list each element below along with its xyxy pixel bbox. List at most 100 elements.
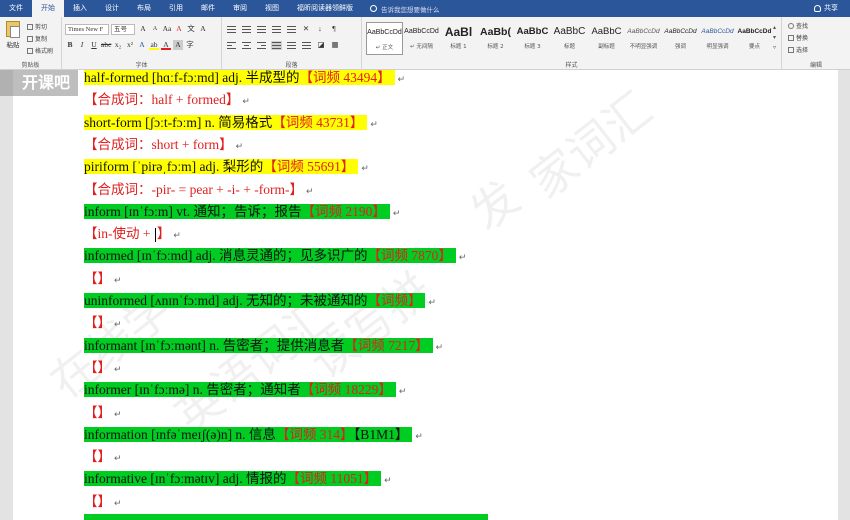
styles-scroll-arrows[interactable]: ▴ ▾ ▿: [773, 23, 776, 53]
style-heading-3[interactable]: AaBbC 标题 3: [514, 22, 551, 55]
note-line[interactable]: 【】 ↵: [84, 402, 122, 423]
tab-review[interactable]: 审阅: [224, 0, 256, 17]
paragraph-mark-icon: ↵: [458, 252, 467, 263]
copy-button[interactable]: 复制: [27, 34, 47, 43]
show-marks-icon[interactable]: ¶: [329, 24, 339, 34]
entry-line[interactable]: informer [ɪnˈfɔːmə] n. 告密者；通知者【词频 18229】…: [84, 379, 406, 400]
tab-design[interactable]: 设计: [96, 0, 128, 17]
phonetic-guide-button[interactable]: 文: [186, 24, 196, 34]
tab-file[interactable]: 文件: [0, 0, 32, 17]
superscript-button[interactable]: x²: [125, 40, 135, 50]
style-emphasis[interactable]: AaBbCcDd 强调: [662, 22, 699, 55]
person-icon: [814, 5, 821, 12]
tab-foxit[interactable]: 福昕阅读器领鲜版: [288, 0, 362, 17]
enclose-char-button[interactable]: 字: [185, 40, 195, 50]
tell-me-search[interactable]: 告诉我您想要做什么: [370, 4, 440, 14]
sort-icon[interactable]: ↓: [315, 24, 325, 34]
entry-line[interactable]: information [ɪnfəˈmeɪʃ(ə)n] n. 信息【词频 314…: [84, 424, 423, 445]
align-right-icon[interactable]: [256, 41, 267, 50]
line-text: 【】: [84, 315, 111, 330]
justify-icon[interactable]: [271, 40, 282, 50]
entry-line[interactable]: inform [ɪnˈfɔːm] vt. 通知；告诉；报告【词频 2190】 ↵: [84, 201, 400, 222]
numbering-icon[interactable]: [241, 25, 252, 34]
share-button[interactable]: 共享: [814, 0, 838, 17]
style-heading-2[interactable]: AaBb( 标题 2: [477, 22, 514, 55]
entry-line[interactable]: short-form [ʃɔːt-fɔːm] n. 简易格式【词频 43731】…: [84, 112, 378, 133]
replace-label: 替换: [796, 35, 809, 42]
font-size-select[interactable]: 五号: [111, 24, 135, 35]
tab-references[interactable]: 引用: [160, 0, 192, 17]
tab-layout[interactable]: 布局: [128, 0, 160, 17]
line-spacing-icon[interactable]: [301, 41, 312, 50]
underline-button[interactable]: U: [89, 40, 99, 50]
borders-icon[interactable]: ▦: [330, 40, 340, 50]
multilevel-list-icon[interactable]: [256, 25, 267, 34]
entry-text: informer [ɪnˈfɔːmə] n. 告密者；通知者: [84, 382, 301, 398]
note-line[interactable]: 【】 ↵: [84, 446, 122, 467]
text-effects-button[interactable]: A: [137, 40, 147, 50]
style-no-spacing[interactable]: AaBbCcDd ↵ 无间隔: [403, 22, 440, 55]
entry-line[interactable]: informed [ɪnˈfɔːmd] adj. 消息灵通的；见多识广的【词频 …: [84, 245, 466, 266]
style-subtle-emphasis[interactable]: AaBbCcDd 不明显强调: [625, 22, 662, 55]
cut-button[interactable]: 剪切: [27, 22, 47, 31]
tab-home[interactable]: 开始: [32, 0, 64, 17]
entry-line[interactable]: half-formed [hɑːf-fɔːmd] adj. 半成型的【词频 43…: [84, 67, 405, 88]
paragraph-mark-icon: ↵: [235, 140, 244, 151]
style-intense-emphasis-sample: AaBbCcDd: [701, 28, 734, 35]
note-line[interactable]: 【】 ↵: [84, 312, 122, 333]
style-normal[interactable]: AaBbCcDd ↵ 正文: [366, 22, 403, 55]
char-shading-button[interactable]: A: [173, 40, 183, 50]
find-button[interactable]: 查找: [788, 21, 808, 30]
note-line[interactable]: 【合成词：half + formed】 ↵: [84, 89, 250, 110]
distribute-icon[interactable]: [286, 41, 297, 50]
entry-line[interactable]: informant [ɪnˈfɔːmənt] n. 告密者；提供消息者【词频 7…: [84, 335, 443, 356]
entry-line[interactable]: uninformed [ʌnɪnˈfɔːmd] adj. 无知的；未被通知的【词…: [84, 290, 436, 311]
note-line[interactable]: 【合成词：short + form】 ↵: [84, 134, 243, 155]
frequency-note: 【词频 7217】: [344, 337, 429, 353]
font-color-button[interactable]: A: [161, 40, 171, 50]
chinese-layout-icon[interactable]: ✕: [301, 24, 311, 34]
note-line[interactable]: 【】 ↵: [84, 268, 122, 289]
paste-button[interactable]: 粘贴: [3, 21, 23, 49]
style-title[interactable]: AaBbC 标题: [551, 22, 588, 55]
highlight-color-button[interactable]: ab: [149, 40, 159, 50]
replace-button[interactable]: 替换: [788, 33, 808, 42]
note-line[interactable]: 【合成词：-pir- = pear + -i- + -form-】 ↵: [84, 179, 314, 200]
bold-button[interactable]: B: [65, 40, 75, 50]
note-line[interactable]: 【】 ↵: [84, 491, 122, 512]
align-center-icon[interactable]: [241, 41, 252, 50]
strikethrough-button[interactable]: abc: [101, 40, 111, 50]
align-left-icon[interactable]: [226, 41, 237, 50]
entry-line[interactable]: informative [ɪnˈfɔːmətɪv] adj. 情报的【词频 11…: [84, 468, 392, 489]
line-text: 【合成词：short + form】: [84, 137, 233, 152]
style-heading-1[interactable]: AaBl 标题 1: [440, 22, 477, 55]
change-case-button[interactable]: Aa: [162, 24, 172, 34]
shading-icon[interactable]: ◪: [316, 40, 326, 50]
subscript-button[interactable]: x₂: [113, 40, 123, 50]
entry-line[interactable]: piriform [ˈpirəˌfɔːm] adj. 梨形的【词频 55691】…: [84, 156, 369, 177]
font-name-select[interactable]: Times New F: [65, 24, 109, 35]
style-intense-emphasis[interactable]: AaBbCcDd 明显强调: [699, 22, 736, 55]
style-strong-sample: AaBbCcDd: [737, 28, 772, 35]
bullets-icon[interactable]: [226, 25, 237, 34]
tab-insert[interactable]: 插入: [64, 0, 96, 17]
note-line[interactable]: 【in-使动 + 】 ↵: [84, 223, 181, 244]
style-subtitle[interactable]: AaBbC 副标题: [588, 22, 625, 55]
line-text: informer [ɪnˈfɔːmə] n. 告密者；通知者【词频 18229】: [84, 382, 396, 398]
line-text: 【】: [84, 360, 111, 375]
note-line[interactable]: 【】 ↵: [84, 357, 122, 378]
format-painter-button[interactable]: 格式刷: [27, 46, 53, 55]
char-border-button[interactable]: A: [198, 24, 208, 34]
tab-view[interactable]: 视图: [256, 0, 288, 17]
tab-mailings[interactable]: 邮件: [192, 0, 224, 17]
shrink-font-button[interactable]: A: [150, 24, 160, 34]
style-strong[interactable]: AaBbCcDd 要点: [736, 22, 773, 55]
copy-label: 复制: [35, 36, 48, 43]
trailing-text: 【B1M1】: [353, 426, 409, 442]
grow-font-button[interactable]: A: [138, 24, 148, 34]
italic-button[interactable]: I: [77, 40, 87, 50]
decrease-indent-icon[interactable]: [271, 25, 282, 34]
select-button[interactable]: 选择: [788, 45, 808, 54]
increase-indent-icon[interactable]: [286, 25, 297, 34]
clear-format-button[interactable]: A: [174, 24, 184, 34]
